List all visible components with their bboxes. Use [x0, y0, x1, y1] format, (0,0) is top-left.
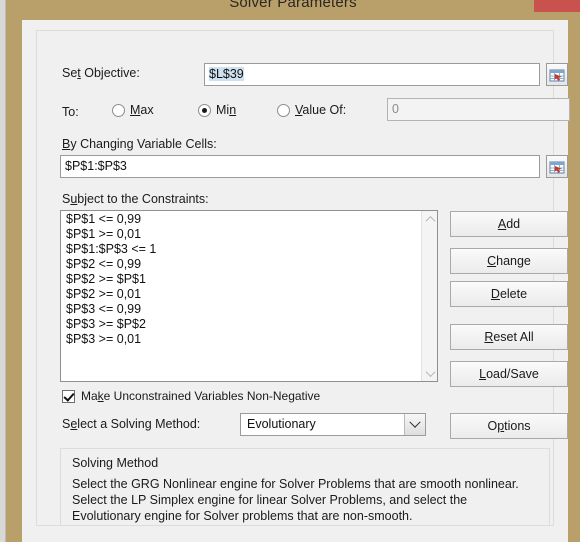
variable-cells-label: By Changing Variable Cells: — [62, 137, 217, 151]
list-item[interactable]: $P$1 <= 0,99 — [61, 212, 420, 227]
solving-method-description-body: Select the GRG Nonlinear engine for Solv… — [72, 477, 519, 523]
non-negative-checkbox-indicator — [62, 389, 75, 403]
to-label: To: — [62, 105, 79, 119]
delete-button[interactable]: Delete — [450, 281, 568, 307]
constraints-list: $P$1 <= 0,99 $P$1 >= 0,01 $P$1:$P$3 <= 1… — [61, 212, 420, 347]
constraints-scrollbar[interactable] — [421, 211, 437, 381]
non-negative-label: Make Unconstrained Variables Non-Negativ… — [81, 389, 321, 403]
list-item[interactable]: $P$2 >= $P$1 — [61, 272, 420, 287]
options-button[interactable]: Options — [450, 413, 568, 439]
value-of-input[interactable]: 0 — [387, 98, 570, 121]
load-save-button[interactable]: Load/Save — [450, 361, 568, 387]
change-button[interactable]: Change — [450, 248, 568, 274]
dialog-client-area: Set Objective: $L$39 To: Max Min Value O… — [22, 20, 570, 542]
spreadsheet-range-picker-icon-2[interactable] — [546, 155, 568, 178]
solving-method-selected-value: Evolutionary — [247, 417, 316, 431]
solving-method-description-title: Solving Method — [72, 456, 159, 470]
solving-method-dropdown[interactable]: Evolutionary — [240, 413, 426, 436]
solver-parameters-window: Solver Parameters Set Objective: $L$39 T… — [6, 0, 580, 542]
radio-value-of-indicator — [277, 103, 290, 117]
close-icon[interactable] — [534, 0, 580, 12]
constraints-label: Subject to the Constraints: — [62, 192, 209, 206]
variable-cells-input[interactable]: $P$1:$P$3 — [60, 155, 540, 178]
radio-max-label: Max — [130, 103, 154, 117]
window-titlebar[interactable]: Solver Parameters — [6, 0, 580, 20]
radio-max-indicator — [112, 103, 125, 117]
solving-method-label: Select a Solving Method: — [62, 417, 201, 431]
chevron-down-icon[interactable] — [404, 414, 425, 435]
radio-max[interactable]: Max — [112, 103, 154, 117]
constraints-listbox[interactable]: $P$1 <= 0,99 $P$1 >= 0,01 $P$1:$P$3 <= 1… — [60, 210, 438, 382]
list-item[interactable]: $P$2 <= 0,99 — [61, 257, 420, 272]
list-item[interactable]: $P$2 >= 0,01 — [61, 287, 420, 302]
chevron-down-icon[interactable] — [422, 365, 437, 381]
set-objective-label: Set Objective: — [62, 66, 140, 80]
radio-value-of[interactable]: Value Of: — [277, 103, 346, 117]
chevron-up-icon[interactable] — [422, 211, 437, 227]
radio-min-label: Min — [216, 103, 237, 117]
list-item[interactable]: $P$1:$P$3 <= 1 — [61, 242, 420, 257]
non-negative-checkbox[interactable]: Make Unconstrained Variables Non-Negativ… — [62, 389, 320, 403]
radio-min[interactable]: Min — [198, 103, 236, 117]
list-item[interactable]: $P$3 <= 0,99 — [61, 302, 420, 317]
radio-min-indicator — [198, 103, 211, 117]
window-title: Solver Parameters — [229, 0, 357, 11]
add-button[interactable]: Add — [450, 211, 568, 237]
radio-value-of-label: Value Of: — [295, 103, 347, 117]
list-item[interactable]: $P$3 >= $P$2 — [61, 317, 420, 332]
spreadsheet-range-picker-icon[interactable] — [546, 63, 568, 86]
list-item[interactable]: $P$3 >= 0,01 — [61, 332, 420, 347]
list-item[interactable]: $P$1 >= 0,01 — [61, 227, 420, 242]
solving-method-description-panel: Solving Method Select the GRG Nonlinear … — [60, 448, 550, 526]
reset-all-button[interactable]: Reset All — [450, 324, 568, 350]
set-objective-input[interactable]: $L$39 — [204, 63, 540, 86]
